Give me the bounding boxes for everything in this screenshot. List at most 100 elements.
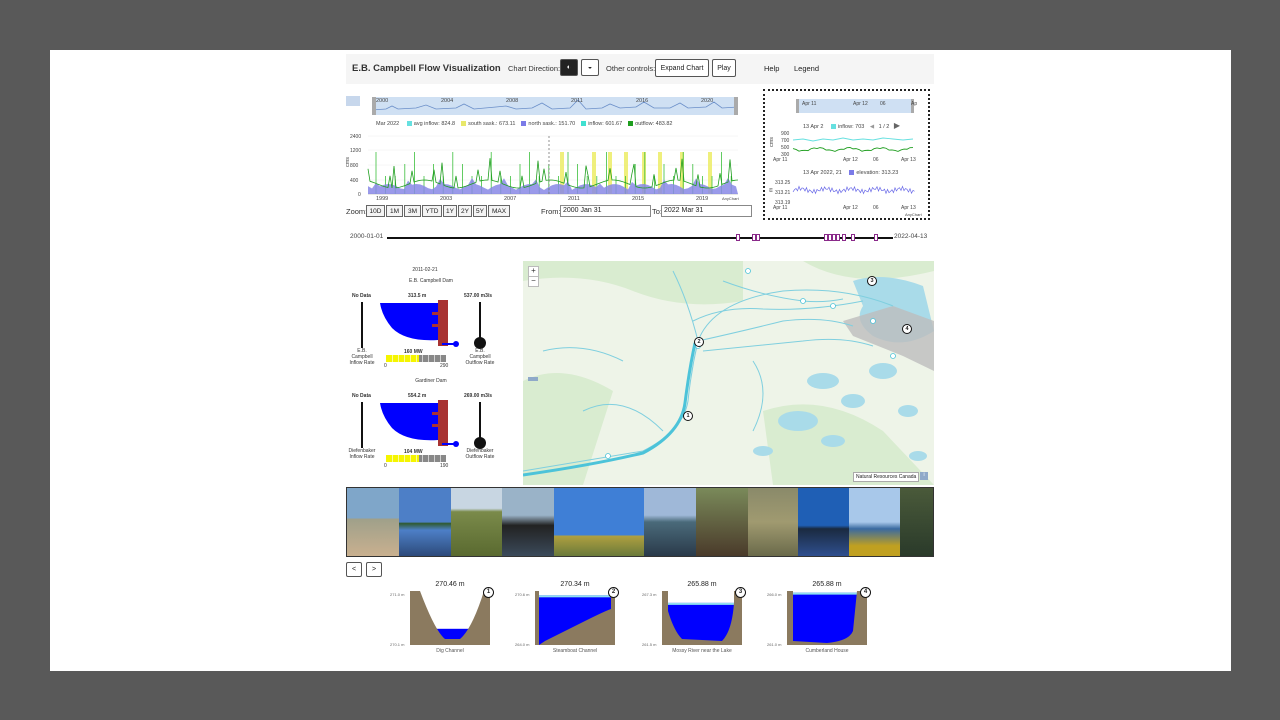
navigator-background (372, 97, 738, 115)
dam-name: Gardiner Dam (415, 378, 447, 384)
pager-prev-icon[interactable]: ◀ (870, 124, 874, 130)
legend-entry[interactable]: north sask.: 151.70 (515, 121, 575, 127)
direction-dark-button[interactable]: ◐ (560, 59, 578, 76)
cs-caption: Dig Channel (436, 648, 464, 654)
detail-nav-label: Ap (911, 101, 918, 107)
gallery-photo[interactable] (451, 488, 502, 556)
detail-top-value: 703 (855, 124, 865, 130)
cross-section[interactable]: 270.46 m 271.0 m 270.1 m 1 Dig Channel (390, 579, 494, 666)
gallery-next-button[interactable]: > (366, 562, 382, 577)
cs-y-bottom: 261.5 m (642, 642, 657, 647)
gallery-photo[interactable] (502, 488, 554, 556)
legend-name: south sask. (468, 121, 496, 127)
gallery-photo[interactable] (554, 488, 644, 556)
gallery-photo[interactable] (849, 488, 900, 556)
map-zoom-out[interactable]: − (528, 276, 539, 287)
inflow-swatch (831, 124, 837, 129)
zoom-button-ytd[interactable]: YTD (422, 205, 442, 217)
outflow-label: Outflow Rate (465, 454, 495, 460)
zoom-button-1y[interactable]: 1Y (443, 205, 457, 217)
map-marker-2[interactable]: 2 (694, 337, 704, 347)
navigator-scroll-left[interactable] (346, 96, 360, 106)
gallery-photo[interactable] (748, 488, 798, 556)
campbell-dam-widget: E.B. Campbell Dam No Data 313.5 m 537.00 m3… (346, 278, 516, 378)
river-map[interactable]: 1234 + − Natural Resources Canada i (523, 261, 934, 485)
timeline-marker[interactable] (836, 234, 840, 241)
help-link[interactable]: Help (764, 64, 779, 73)
gallery-photo[interactable] (644, 488, 696, 556)
navigator-handle-right[interactable] (734, 97, 738, 115)
main-chart[interactable]: 2000 2004 2008 2011 2016 2020 1999 2003 2007 201… (345, 94, 746, 202)
to-date-input[interactable]: 2022 Mar 31 (661, 205, 752, 217)
legend-entry[interactable]: inflow: 601.67 (575, 121, 622, 127)
event-timeline[interactable]: 2000-01-01 2022-04-13 (346, 232, 934, 244)
map-marker-4[interactable]: 4 (902, 324, 912, 334)
expand-chart-button[interactable]: Expand Chart (655, 59, 709, 77)
page-title: E.B. Campbell Flow Visualization (352, 63, 501, 74)
gallery-photo[interactable] (900, 488, 933, 556)
map-layer-button[interactable] (528, 377, 538, 381)
play-button[interactable]: Play (712, 59, 736, 77)
dam-name: E.B. Campbell Dam (409, 278, 453, 284)
detail-nav-label: Apr 11 (802, 101, 817, 107)
legend-entry[interactable]: avg inflow: 824.8 (401, 121, 455, 127)
map-svg (523, 261, 934, 485)
zoom-button-2y[interactable]: 2Y (458, 205, 472, 217)
power-bar-fill (386, 455, 419, 462)
y-axis-tick-label: 400 (350, 178, 359, 184)
pager-next-icon[interactable]: ▶ (894, 121, 900, 130)
cs-surface (662, 602, 742, 605)
detail-top-y-label: 700 (781, 138, 790, 144)
detail-nav-label: Apr 12 (853, 101, 868, 107)
legend-value: 673.11 (498, 121, 516, 127)
zoom-button-3m[interactable]: 3M (404, 205, 421, 217)
zoom-button-10d[interactable]: 10D (366, 205, 385, 217)
timeline-marker[interactable] (851, 234, 855, 241)
info-icon[interactable]: i (920, 472, 928, 480)
detail-nav-handle-left[interactable] (796, 99, 799, 113)
dam-wall (438, 300, 448, 346)
cs-profile (787, 591, 867, 645)
map-marker-1[interactable]: 1 (683, 411, 693, 421)
legend-entry[interactable]: outflow: 483.82 (622, 121, 672, 127)
timeline-marker[interactable] (874, 234, 878, 241)
gallery-photo[interactable] (696, 488, 748, 556)
photo-gallery[interactable] (346, 487, 934, 557)
legend-link[interactable]: Legend (794, 64, 819, 73)
detail-nav-label: 06 (880, 101, 886, 107)
cross-section[interactable]: 265.88 m 267.3 m 261.5 m 3 Mossy River near … (642, 579, 746, 666)
power-bar-tick (410, 455, 411, 462)
legend-swatch (628, 121, 634, 126)
navigator-year-label: 2000 (376, 98, 389, 104)
legend-entry[interactable]: south sask.: 673.11 (455, 121, 515, 127)
power-bar-tick (428, 455, 429, 462)
detail-chart-box[interactable]: Apr 11 Apr 12 06 Ap 13 Apr 2 inflow: 703 ◀ … (763, 89, 930, 220)
zoom-button-max[interactable]: MAX (488, 205, 510, 217)
direction-light-button[interactable]: ◒ (581, 59, 599, 76)
y-axis-tick-label: 2400 (350, 134, 362, 140)
cross-section[interactable]: 270.34 m 270.6 m 264.0 m 2 Steamboat Channel (515, 579, 619, 666)
x-axis-tick-label: 1999 (376, 196, 389, 202)
map-marker-3[interactable]: 3 (867, 276, 877, 286)
detail-axis-label: Apr 12 (843, 205, 858, 211)
timeline-marker[interactable] (842, 234, 846, 241)
power-bar-tick (416, 455, 417, 462)
timeline-marker[interactable] (736, 234, 740, 241)
timeline-marker[interactable] (756, 234, 760, 241)
detail-bottom-value: 313.23 (881, 170, 899, 176)
detail-axis-label: Apr 11 (773, 205, 788, 211)
gallery-prev-button[interactable]: < (346, 562, 362, 577)
cross-section[interactable]: 265.88 m 266.0 m 261.0 m 4 Cumberland House (767, 579, 871, 666)
dam-date: 2011-02-21 (412, 267, 438, 273)
slide-background: E.B. Campbell Flow Visualization Chart D… (50, 50, 1231, 671)
zoom-button-1m[interactable]: 1M (386, 205, 403, 217)
gallery-photo[interactable] (399, 488, 451, 556)
zoom-button-5y[interactable]: 5Y (473, 205, 487, 217)
cs-y-bottom: 264.0 m (515, 642, 530, 647)
other-controls-label: Other controls: (606, 64, 656, 73)
legend-name: north sask. (528, 121, 556, 127)
gallery-photo[interactable] (347, 488, 399, 556)
gallery-photo[interactable] (798, 488, 849, 556)
dam-gate (432, 424, 438, 427)
from-date-input[interactable]: 2000 Jan 31 (560, 205, 651, 217)
